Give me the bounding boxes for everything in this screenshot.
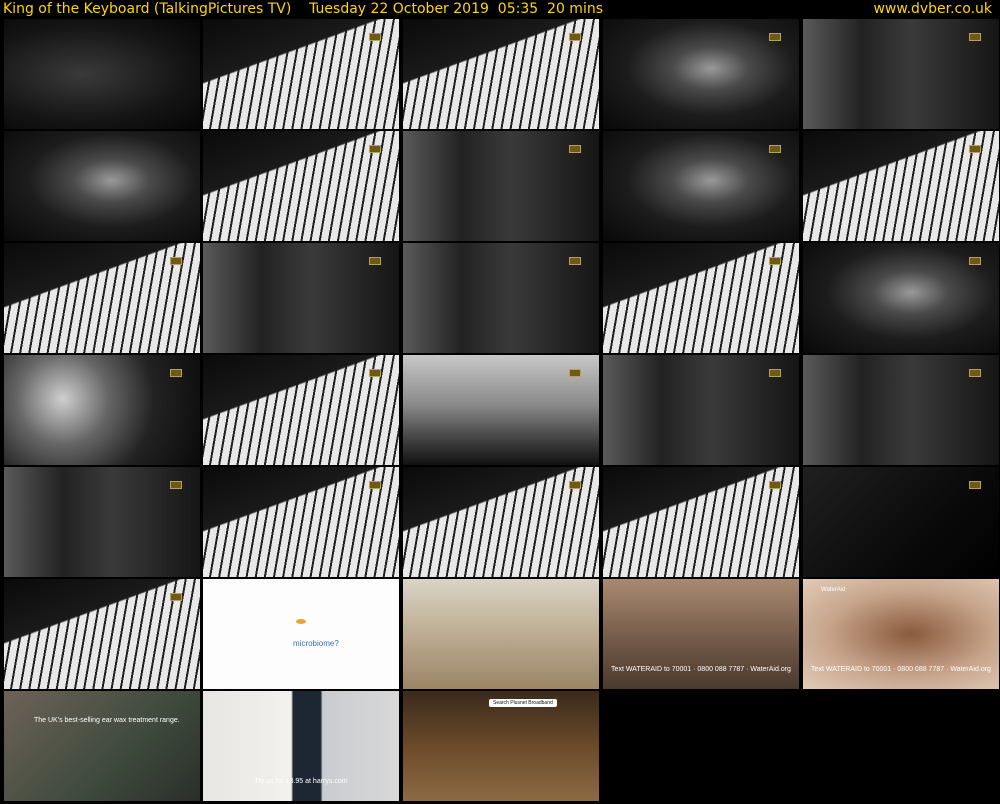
channel-logo-icon — [170, 369, 182, 377]
ad-caption: The UK's best-selling ear wax treatment … — [34, 717, 180, 724]
thumbnail-wateraid-girl-ad[interactable]: Text WATERAID to 70001 · 0800 088 7787 ·… — [603, 579, 799, 689]
channel-logo-icon — [969, 257, 981, 265]
ad-caption: Text WATERAID to 70001 · 0800 088 7787 ·… — [811, 666, 991, 673]
channel-logo-icon — [569, 257, 581, 265]
channel-logo-icon — [769, 33, 781, 41]
thumbnail-room[interactable] — [803, 19, 999, 129]
site-link[interactable]: www.dvber.co.uk — [873, 0, 992, 18]
thumbnail-otex-ad[interactable]: The UK's best-selling ear wax treatment … — [4, 691, 200, 801]
thumbnail-pianist[interactable] — [4, 131, 200, 241]
ad-caption: Text WATERAID to 70001 · 0800 088 7787 ·… — [611, 666, 791, 673]
thumbnail-microbiome-ad[interactable]: microbiome? — [203, 579, 399, 689]
channel-logo-icon — [170, 257, 182, 265]
thumbnail-field-ad[interactable] — [403, 579, 599, 689]
channel-logo-icon — [369, 369, 381, 377]
channel-logo-icon — [769, 369, 781, 377]
channel-logo-icon — [769, 257, 781, 265]
thumbnail-piano-keys[interactable] — [203, 355, 399, 465]
thumbnail-pianist-plant[interactable] — [203, 243, 399, 353]
ad-caption: microbiome? — [293, 639, 339, 648]
thumbnail-piano-keys[interactable] — [803, 131, 999, 241]
thumbnail-interviewer[interactable] — [803, 243, 999, 353]
header-bar: King of the Keyboard (TalkingPictures TV… — [0, 0, 1000, 19]
channel-logo-icon — [769, 145, 781, 153]
channel-logo-icon — [369, 257, 381, 265]
thumbnail-trees[interactable] — [403, 355, 599, 465]
ad-caption: Try us for £3.95 at harrys.com — [254, 778, 348, 785]
channel-logo-icon — [369, 481, 381, 489]
thumbnail-piano-keys[interactable] — [603, 243, 799, 353]
channel-logo-icon — [569, 33, 581, 41]
thumbnail-pianist-plant[interactable] — [403, 243, 599, 353]
thumbnail-two-men[interactable] — [803, 355, 999, 465]
channel-logo-icon — [969, 481, 981, 489]
channel-logo-icon — [769, 481, 781, 489]
thumbnail-certificate[interactable] — [4, 19, 200, 129]
thumbnail-piano-keys[interactable] — [603, 467, 799, 577]
thumbnail-pianist-plant[interactable] — [4, 467, 200, 577]
thumbnail-dark-piano[interactable] — [803, 467, 999, 577]
thumbnail-blossom[interactable] — [4, 355, 200, 465]
channel-logo-icon — [569, 481, 581, 489]
thumbnail-piano-keys[interactable] — [4, 579, 200, 689]
channel-logo-icon — [969, 33, 981, 41]
thumbnail-piano-keys[interactable] — [203, 131, 399, 241]
channel-logo-icon — [969, 145, 981, 153]
thumbnail-piano-keys[interactable] — [403, 467, 599, 577]
programme-title: King of the Keyboard (TalkingPictures TV… — [3, 1, 603, 17]
thumbnail-plusnet-ad[interactable]: Search Plusnet Broadband — [403, 691, 599, 801]
thumbnail-interviewer-seated[interactable] — [603, 355, 799, 465]
thumbnail-harrys-ad[interactable]: Try us for £3.95 at harrys.com — [203, 691, 399, 801]
thumbnail-pianist-portrait[interactable] — [603, 19, 799, 129]
thumbnail-piano-keys[interactable] — [4, 243, 200, 353]
channel-logo-icon — [369, 33, 381, 41]
channel-logo-icon — [369, 145, 381, 153]
channel-logo-icon — [569, 369, 581, 377]
thumbnail-wateraid-boy-ad[interactable]: Text WATERAID to 70001 · 0800 088 7787 ·… — [803, 579, 999, 689]
thumbnail-pianist-portrait[interactable] — [603, 131, 799, 241]
channel-logo-icon — [170, 481, 182, 489]
thumbnail-piano-keys[interactable] — [203, 19, 399, 129]
channel-logo-icon — [969, 369, 981, 377]
ad-search-banner: Search Plusnet Broadband — [489, 699, 557, 707]
thumbnail-piano-keys[interactable] — [403, 19, 599, 129]
thumbnail-piano-keys[interactable] — [203, 467, 399, 577]
thumbnail-pianist-plant[interactable] — [403, 131, 599, 241]
ad-logo-icon — [296, 619, 306, 624]
channel-logo-icon — [170, 593, 182, 601]
ad-logo: WaterAid — [821, 587, 846, 593]
channel-logo-icon — [569, 145, 581, 153]
